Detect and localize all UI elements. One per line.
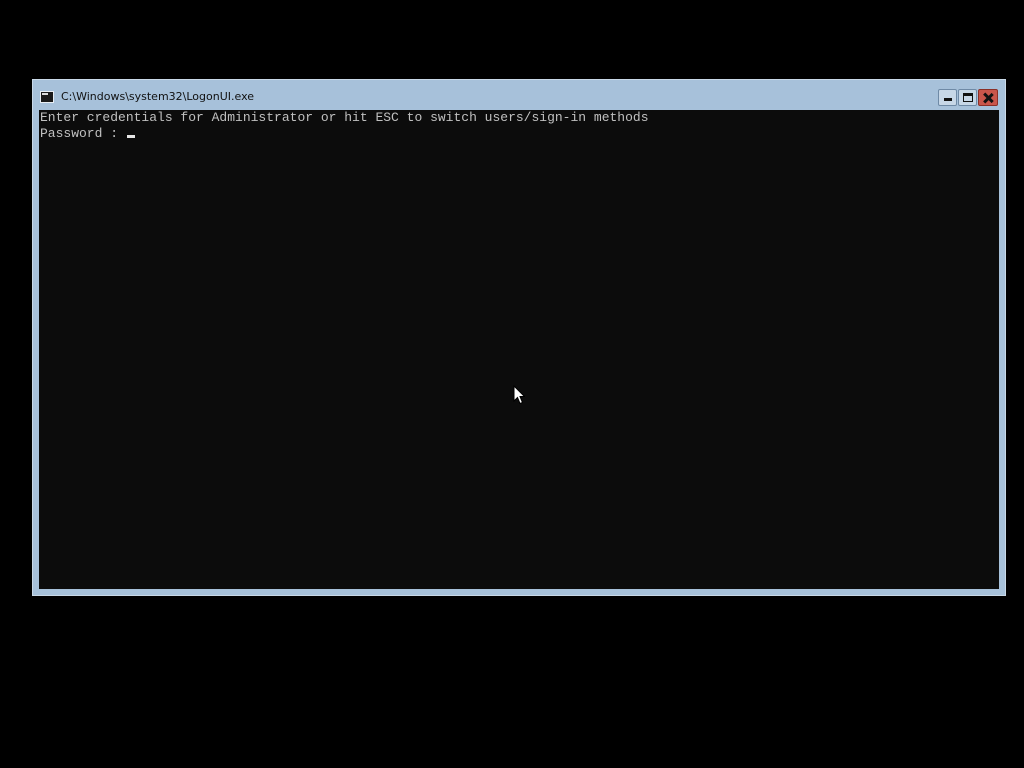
desktop: C:\Windows\system32\LogonUI.exe Enter cr…: [0, 0, 1024, 768]
maximize-button[interactable]: [958, 89, 977, 106]
password-prompt-line[interactable]: Password :: [40, 126, 135, 142]
close-icon: [983, 93, 993, 103]
minimize-icon: [944, 98, 952, 101]
console-window-icon[interactable]: [40, 91, 54, 103]
password-prompt-label: Password :: [40, 126, 126, 141]
mouse-pointer-icon: [513, 385, 525, 405]
logonui-console-window: C:\Windows\system32\LogonUI.exe Enter cr…: [32, 79, 1006, 596]
close-button[interactable]: [978, 89, 998, 106]
window-title: C:\Windows\system32\LogonUI.exe: [61, 90, 255, 103]
text-cursor: [126, 135, 135, 138]
minimize-button[interactable]: [938, 89, 957, 106]
credentials-prompt-message: Enter credentials for Administrator or h…: [40, 110, 649, 125]
maximize-icon: [963, 93, 973, 102]
title-bar[interactable]: C:\Windows\system32\LogonUI.exe: [33, 80, 1005, 110]
console-output-area[interactable]: Enter credentials for Administrator or h…: [39, 110, 999, 589]
